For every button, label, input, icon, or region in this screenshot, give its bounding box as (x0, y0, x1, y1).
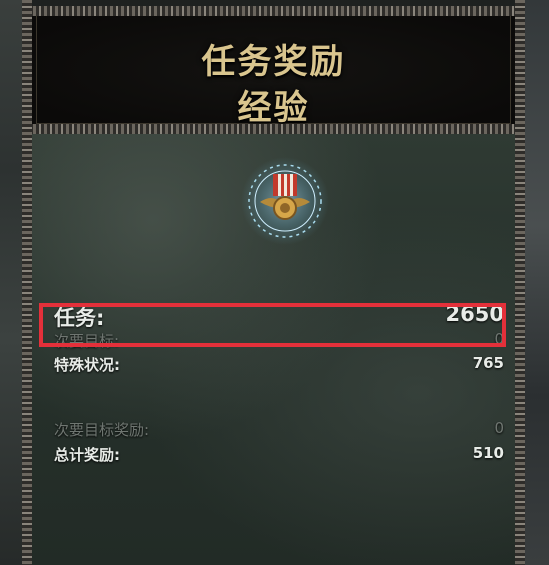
frame-rail-left (22, 0, 32, 565)
header: 任务奖励 经验 (22, 6, 525, 130)
total-reward-row: 总计奖励: 510 (54, 444, 504, 468)
special-conditions-row: 特殊状况: 765 (54, 354, 504, 378)
special-conditions-label: 特殊状况: (54, 356, 120, 374)
total-reward-label: 总计奖励: (54, 446, 120, 464)
reward-panel: 任务: 2650 次要目标: 0 特殊状况: 765 次要目标奖励: 0 总计奖… (32, 134, 515, 565)
secondary-objective-reward-label: 次要目标奖励: (54, 421, 150, 439)
frame-rail-right (515, 0, 525, 565)
total-reward-highlight (39, 303, 506, 347)
background-left (0, 0, 22, 565)
page-subtitle: 经验 (237, 88, 310, 128)
secondary-objective-reward-row: 次要目标奖励: 0 (54, 419, 504, 443)
frame-border-divider (22, 124, 525, 134)
reward-window: 任务奖励 经验 任务: 2650 次要目标: 0 特殊状况: 765 次要目标奖… (22, 0, 525, 565)
background-right (525, 0, 549, 565)
page-title: 任务奖励 (201, 42, 346, 82)
medal-icon (241, 157, 329, 245)
total-reward-value: 510 (472, 444, 504, 462)
frame-border-top (22, 6, 525, 16)
secondary-objective-reward-value: 0 (494, 419, 504, 437)
special-conditions-value: 765 (472, 354, 504, 372)
